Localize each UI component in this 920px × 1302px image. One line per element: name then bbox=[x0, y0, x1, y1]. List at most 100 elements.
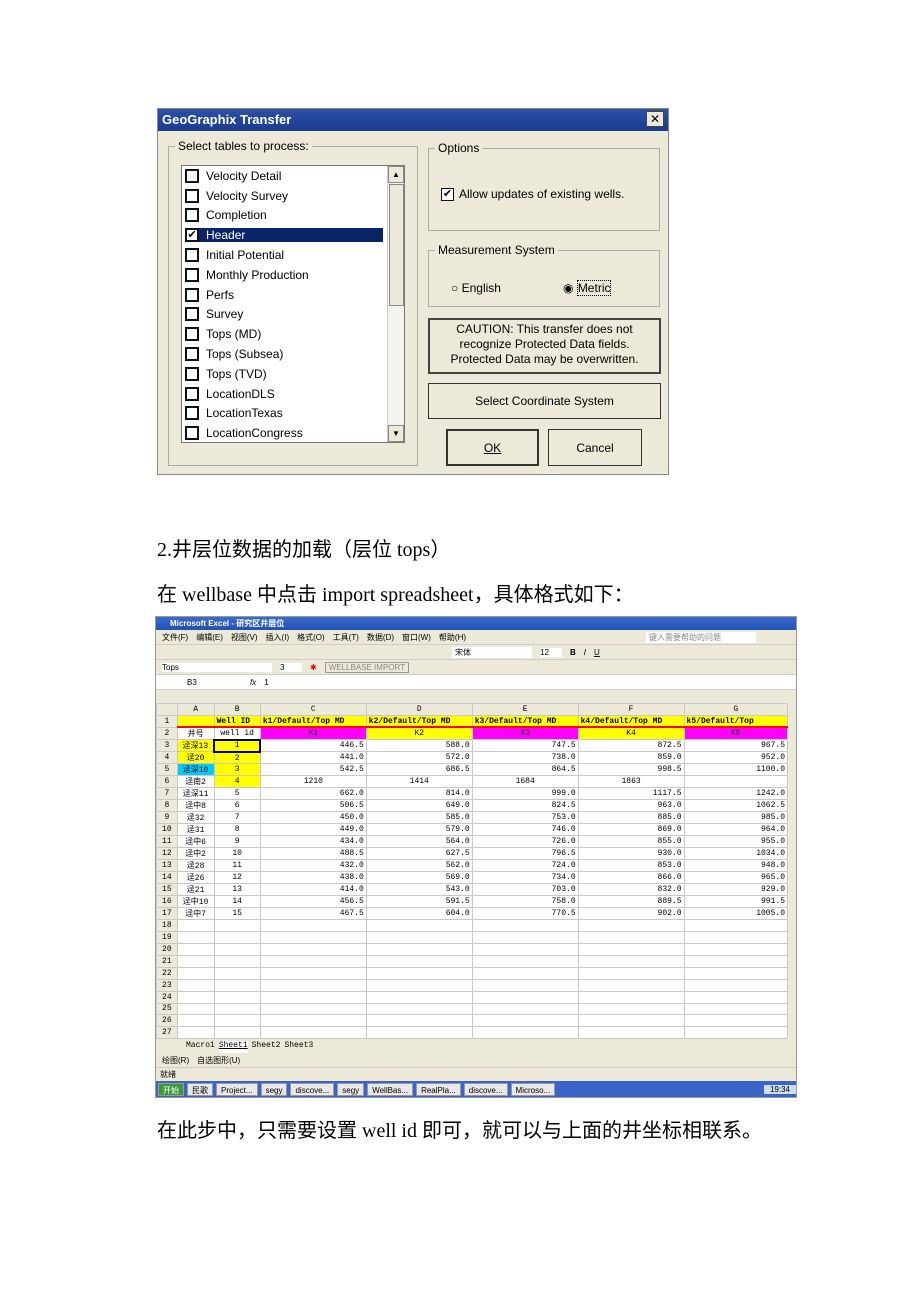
table-list-item[interactable]: ✔ Header bbox=[182, 225, 404, 245]
cell[interactable]: 543.0 bbox=[365, 883, 473, 897]
table-list-item[interactable]: Velocity Survey bbox=[182, 186, 404, 206]
cell[interactable]: 866.0 bbox=[577, 871, 685, 885]
cell[interactable]: 14 bbox=[213, 895, 261, 909]
checkbox-icon[interactable] bbox=[185, 366, 199, 381]
cell[interactable]: 872.5 bbox=[577, 739, 685, 753]
taskbar-button[interactable]: 民歌 bbox=[187, 1082, 213, 1096]
checkbox-icon[interactable] bbox=[185, 347, 199, 362]
cell[interactable]: 迳20 bbox=[176, 751, 215, 765]
cell[interactable]: 662.0 bbox=[259, 787, 367, 801]
cell[interactable] bbox=[683, 775, 789, 789]
scroll-up-icon[interactable]: ▲ bbox=[388, 166, 404, 183]
cell[interactable] bbox=[577, 1014, 685, 1028]
cell[interactable] bbox=[365, 931, 473, 945]
cell[interactable]: 1863 bbox=[577, 775, 685, 789]
checkbox-icon[interactable] bbox=[185, 426, 199, 441]
cell[interactable] bbox=[259, 966, 367, 980]
spreadsheet-grid[interactable]: A B C D E F G 1 Well ID k1/Default/Top MD k2/Defau… bbox=[156, 703, 789, 1040]
close-button[interactable]: ✕ bbox=[646, 111, 664, 127]
menu-item[interactable]: 视图(V) bbox=[231, 632, 258, 643]
font-size-select[interactable]: 12 bbox=[540, 647, 562, 657]
autoshape-menu[interactable]: 自选图形(U) bbox=[197, 1055, 240, 1066]
column-header[interactable]: D bbox=[365, 703, 473, 716]
select-coordinate-system-button[interactable]: Select Coordinate System bbox=[428, 383, 661, 419]
cell[interactable]: 964.0 bbox=[683, 823, 789, 837]
sheet-tab[interactable]: Sheet1 bbox=[218, 1041, 248, 1053]
cell[interactable] bbox=[259, 919, 367, 933]
cell[interactable]: 726.0 bbox=[471, 835, 579, 849]
checkbox-icon[interactable] bbox=[185, 168, 199, 183]
cell[interactable]: 12 bbox=[213, 871, 261, 885]
cell[interactable]: K2 bbox=[365, 726, 473, 741]
cell[interactable]: K4 bbox=[577, 726, 685, 741]
cell[interactable]: 迳31 bbox=[176, 823, 215, 837]
menu-item[interactable]: 帮助(H) bbox=[439, 632, 466, 643]
table-list-item[interactable]: Tops (Subsea) bbox=[182, 344, 404, 364]
menu-item[interactable]: 窗口(W) bbox=[402, 632, 431, 643]
cell[interactable]: 迳28 bbox=[176, 859, 215, 873]
cell[interactable]: 853.0 bbox=[577, 859, 685, 873]
cell[interactable]: 1117.5 bbox=[577, 787, 685, 801]
num-select[interactable]: 3 bbox=[280, 662, 302, 672]
taskbar-button[interactable]: discove... bbox=[463, 1082, 508, 1096]
cell[interactable] bbox=[259, 954, 367, 968]
cell[interactable]: 627.5 bbox=[365, 847, 473, 861]
cell[interactable]: 963.0 bbox=[577, 799, 685, 813]
cell[interactable] bbox=[176, 1014, 215, 1028]
tops-select[interactable]: Tops bbox=[162, 662, 272, 672]
cell[interactable] bbox=[213, 931, 261, 945]
checkbox-icon[interactable] bbox=[185, 188, 199, 203]
row-header[interactable]: 9 bbox=[156, 811, 178, 825]
cell[interactable]: 迳深11 bbox=[176, 787, 215, 801]
row-header[interactable]: 13 bbox=[156, 859, 178, 873]
cell[interactable]: 1242.0 bbox=[683, 787, 789, 801]
cell[interactable]: 948.0 bbox=[683, 859, 789, 873]
cell[interactable]: K5 bbox=[683, 726, 789, 741]
row-header[interactable]: 18 bbox=[156, 919, 178, 933]
cell[interactable] bbox=[577, 990, 685, 1004]
cell[interactable]: 迳21 bbox=[176, 883, 215, 897]
row-header[interactable]: 27 bbox=[156, 1026, 178, 1040]
cell[interactable] bbox=[259, 1026, 367, 1040]
cell[interactable]: 753.0 bbox=[471, 811, 579, 825]
ok-button[interactable]: OK bbox=[446, 429, 539, 466]
cell[interactable]: 869.0 bbox=[577, 823, 685, 837]
taskbar-button[interactable]: Project... bbox=[216, 1082, 258, 1096]
cell[interactable] bbox=[471, 966, 579, 980]
cell[interactable]: 1414 bbox=[365, 775, 473, 789]
font-select[interactable]: 宋体 bbox=[452, 646, 532, 658]
wellbase-import-button[interactable]: WELLBASE IMPORT bbox=[324, 661, 410, 673]
bold-button[interactable]: B bbox=[570, 648, 576, 657]
taskbar-button[interactable]: discove... bbox=[290, 1082, 335, 1096]
cell[interactable]: 10 bbox=[213, 847, 261, 861]
checkbox-icon[interactable] bbox=[185, 248, 199, 263]
cell[interactable] bbox=[683, 990, 789, 1004]
row-header[interactable]: 11 bbox=[156, 835, 178, 849]
cell[interactable]: 952.0 bbox=[683, 751, 789, 765]
row-header[interactable]: 12 bbox=[156, 847, 178, 861]
cell[interactable] bbox=[259, 1002, 367, 1016]
row-header[interactable]: 22 bbox=[156, 966, 178, 980]
row-header[interactable]: 15 bbox=[156, 883, 178, 897]
table-list-item[interactable]: Initial Potential bbox=[182, 245, 404, 265]
cell[interactable]: 1034.0 bbox=[683, 847, 789, 861]
cell[interactable] bbox=[176, 1026, 215, 1040]
scroll-down-icon[interactable]: ▼ bbox=[388, 425, 404, 442]
table-list-item[interactable]: Monthly Production bbox=[182, 265, 404, 285]
cell[interactable] bbox=[365, 919, 473, 933]
cell[interactable] bbox=[365, 1014, 473, 1028]
cell[interactable] bbox=[365, 954, 473, 968]
column-header[interactable]: A bbox=[176, 703, 215, 716]
cell[interactable]: 855.0 bbox=[577, 835, 685, 849]
cell[interactable]: 3 bbox=[213, 763, 261, 777]
cell[interactable]: 724.0 bbox=[471, 859, 579, 873]
cell[interactable] bbox=[683, 919, 789, 933]
cell[interactable]: 814.0 bbox=[365, 787, 473, 801]
cell[interactable]: 井号 bbox=[176, 726, 215, 741]
cell[interactable]: 1684 bbox=[471, 775, 579, 789]
cell[interactable]: 649.0 bbox=[365, 799, 473, 813]
allow-updates-checkbox[interactable]: ✔ Allow updates of existing wells. bbox=[441, 187, 624, 201]
cell[interactable]: 542.5 bbox=[259, 763, 367, 777]
column-header[interactable]: F bbox=[577, 703, 685, 716]
cell[interactable]: 迳中10 bbox=[176, 895, 215, 909]
